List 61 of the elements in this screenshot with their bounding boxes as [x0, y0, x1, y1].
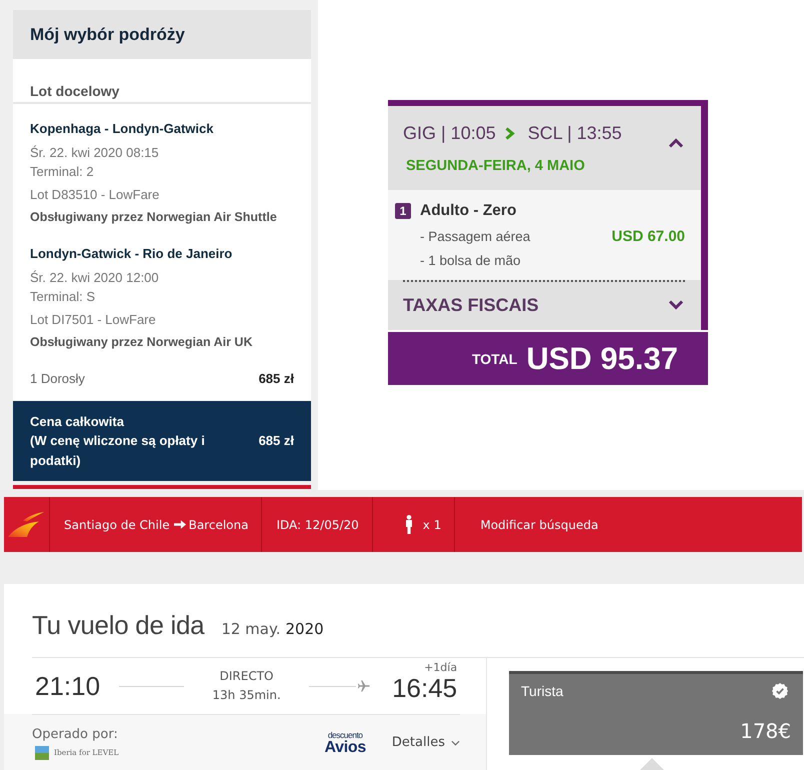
total-label: TOTAL	[472, 350, 518, 366]
passenger-count: 1	[395, 203, 411, 219]
operator-label: Obsługiwany przez Norwegian Air Shuttle	[30, 209, 278, 226]
segment-date: SEGUNDA-FEIRA, 4 MAIO	[406, 157, 586, 175]
departure-date: IDA: 12/05/20	[276, 518, 359, 532]
right-arrow-icon	[174, 520, 186, 529]
flight-number: Lot D83510 - LowFare	[30, 186, 160, 204]
modify-search-link[interactable]: Modificar búsqueda	[480, 518, 598, 532]
segment-header[interactable]: GIG | 10:05 SCL | 13:55 SEGUNDA-FEIRA, 4 MAIO	[388, 106, 701, 190]
flight-route: Londyn-Gatwick - Rio de Janeiro	[30, 245, 234, 263]
flight-datetime: Śr. 22. kwi 2020 12:00	[30, 269, 160, 287]
terminal-label: Terminal: S	[30, 288, 96, 306]
flight-datetime: Śr. 22. kwi 2020 08:15	[30, 144, 160, 162]
flight-date: 12 may.	[221, 620, 280, 638]
section-title: Lot docelowy	[29, 82, 120, 101]
operator-label: Obsługiwany przez Norwegian Air UK	[30, 334, 254, 351]
check-badge-icon	[772, 683, 788, 699]
total-label: Cena całkowita	[30, 412, 125, 431]
fare-item-label: - Passagem aérea	[420, 228, 530, 246]
fare-option-card[interactable]: Turista 178€	[509, 671, 803, 755]
caret-down-icon	[451, 740, 460, 746]
arrival-label: SCL | 13:55	[528, 122, 622, 144]
terminal-label: Terminal: 2	[30, 163, 95, 181]
total-note: (W cenę wliczone są opłaty i podatki)	[30, 432, 206, 470]
operated-by-label: Operado por:	[32, 726, 119, 742]
fare-item-price: USD 67.00	[612, 227, 685, 247]
fare-name: Turista	[521, 682, 564, 700]
chevron-up-icon[interactable]	[668, 138, 684, 148]
flight-year: 2020	[286, 620, 324, 638]
section-heading: Tu vuelo de ida	[32, 609, 204, 641]
avios-label: Avios	[324, 740, 366, 756]
day-offset-label: +1día	[423, 660, 458, 674]
duration-label: 13h 35min.	[211, 687, 282, 704]
passenger-count: x 1	[422, 518, 442, 532]
airline-logo-icon[interactable]	[8, 512, 44, 537]
arrival-time: 16:45	[392, 674, 458, 702]
passenger-label: 1 Dorosły	[30, 370, 85, 388]
flight-number: Lot DI7501 - LowFare	[30, 311, 157, 329]
origin-city: Santiago de Chile	[64, 518, 170, 532]
chevron-right-icon	[504, 126, 515, 140]
total-price: 685 zł	[258, 432, 294, 450]
passenger-price: 685 zł	[258, 370, 294, 388]
panel-title: Mój wybór podróży	[13, 10, 311, 59]
departure-time: 21:10	[35, 672, 100, 700]
discount-label: descuento	[328, 730, 363, 740]
airplane-icon	[357, 680, 370, 692]
taxes-label: TAXAS FISCAIS	[403, 294, 539, 316]
departure-label: GIG | 10:05	[403, 122, 496, 144]
total-amount: USD 95.37	[526, 340, 678, 376]
stops-label: DIRECTO	[218, 668, 274, 685]
fare-price: 178€	[739, 719, 791, 743]
chevron-down-icon[interactable]	[668, 300, 684, 310]
flight-route: Kopenhaga - Londyn-Gatwick	[30, 120, 214, 138]
taxes-header[interactable]: TAXAS FISCAIS	[388, 280, 701, 330]
pointer-triangle-icon	[640, 758, 664, 770]
person-icon	[404, 515, 413, 534]
operator-logo-icon	[35, 746, 49, 760]
details-button[interactable]: Detalles	[392, 735, 460, 750]
passenger-type: Adulto - Zero	[420, 202, 516, 220]
destination-city: Barcelona	[188, 518, 248, 532]
fare-item-label: - 1 bolsa de mão	[420, 252, 521, 270]
